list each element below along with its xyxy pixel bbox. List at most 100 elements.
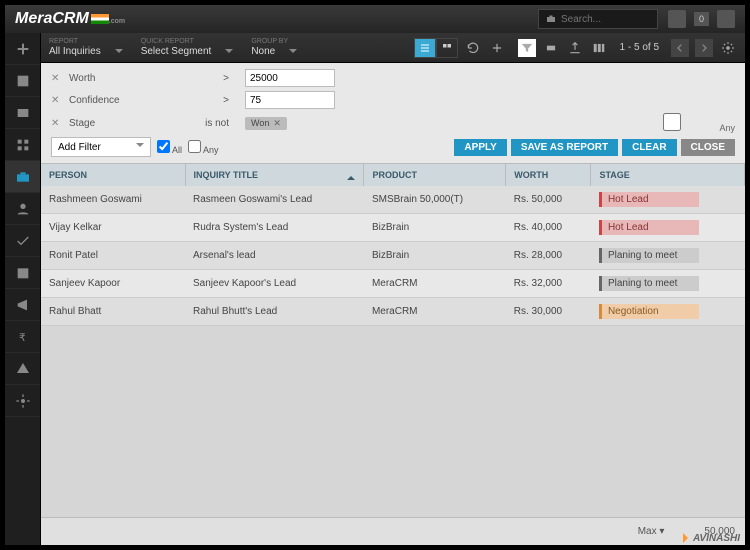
stage-badge: Hot Lead — [599, 220, 699, 235]
flag-stripe-icon — [91, 14, 109, 24]
cell-product: MeraCRM — [364, 298, 506, 326]
cell-person: Vijay Kelkar — [41, 214, 185, 242]
filter-panel: ✕ Worth > ✕ Confidence > ✕ Stage is not … — [41, 63, 745, 164]
cell-title: Sanjeev Kapoor's Lead — [185, 270, 364, 298]
print-icon[interactable] — [542, 39, 560, 57]
data-grid: PERSONINQUIRY TITLEPRODUCTWORTHSTAGE Ras… — [41, 164, 745, 517]
sidebar-grid[interactable] — [5, 129, 40, 161]
filter-tag[interactable]: Won✕ — [245, 117, 287, 130]
cell-person: Rahul Bhatt — [41, 298, 185, 326]
pager-prev[interactable] — [671, 39, 689, 57]
sidebar-people[interactable] — [5, 193, 40, 225]
quickreport-selector[interactable]: QUICK REPORT Select Segment — [141, 38, 234, 57]
table-row[interactable]: Sanjeev Kapoor Sanjeev Kapoor's Lead Mer… — [41, 270, 745, 298]
cell-product: BizBrain — [364, 242, 506, 270]
filter-operator: > — [177, 95, 237, 106]
filter-any-checkbox[interactable]: Any — [188, 140, 219, 155]
filter-row: ✕ Worth > — [51, 69, 735, 87]
view-switcher — [414, 38, 458, 58]
column-header[interactable]: WORTH — [506, 164, 591, 186]
refresh-icon[interactable] — [464, 39, 482, 57]
export-icon[interactable] — [566, 39, 584, 57]
footer-max[interactable]: Max ▾ — [638, 526, 665, 537]
cell-person: Ronit Patel — [41, 242, 185, 270]
sidebar-add[interactable] — [5, 33, 40, 65]
notification-badge[interactable]: 0 — [694, 12, 709, 26]
groupby-label: GROUP BY — [251, 38, 297, 45]
add-icon[interactable] — [488, 39, 506, 57]
columns-icon[interactable] — [590, 39, 608, 57]
user-avatar[interactable] — [717, 10, 735, 28]
filter-operator: is not — [177, 118, 237, 129]
table-row[interactable]: Ronit Patel Arsenal's lead BizBrain Rs. … — [41, 242, 745, 270]
sidebar-campaigns[interactable] — [5, 289, 40, 321]
cell-title: Rudra System's Lead — [185, 214, 364, 242]
groupby-selector[interactable]: GROUP BY None — [251, 38, 297, 57]
quickreport-value: Select Segment — [141, 46, 212, 57]
cell-worth: Rs. 50,000 — [506, 186, 591, 214]
filter-value-input[interactable] — [245, 69, 335, 87]
caret-down-icon — [289, 49, 297, 57]
global-search[interactable] — [538, 9, 658, 29]
filter-value-input[interactable] — [245, 91, 335, 109]
filter-row: ✕ Confidence > — [51, 91, 735, 109]
cell-worth: Rs. 30,000 — [506, 298, 591, 326]
close-button[interactable]: CLOSE — [681, 139, 735, 156]
sidebar-calendar[interactable] — [5, 257, 40, 289]
sidebar-finance[interactable]: ₹ — [5, 321, 40, 353]
caret-down-icon — [136, 143, 144, 151]
sidebar-tasks[interactable] — [5, 225, 40, 257]
clear-button[interactable]: CLEAR — [622, 139, 676, 156]
save-report-button[interactable]: SAVE AS REPORT — [511, 139, 618, 156]
caret-down-icon — [115, 49, 123, 57]
table-row[interactable]: Rahul Bhatt Rahul Bhutt's Lead MeraCRM R… — [41, 298, 745, 326]
sidebar-drive[interactable] — [5, 353, 40, 385]
filter-all-checkbox[interactable]: All — [157, 140, 182, 155]
filter-operator: > — [177, 73, 237, 84]
filter-field: Worth — [69, 73, 169, 84]
top-bar: MeraCRM .com 0 — [5, 5, 745, 33]
cell-stage: Hot Lead — [591, 186, 745, 214]
column-header[interactable]: INQUIRY TITLE — [185, 164, 364, 186]
triangle-icon — [683, 533, 693, 543]
sidebar-inquiries[interactable] — [5, 161, 40, 193]
grid-footer: Max ▾ 50,000 — [41, 517, 745, 545]
sidebar-settings[interactable] — [5, 385, 40, 417]
column-header[interactable]: PRODUCT — [364, 164, 506, 186]
sidebar-contacts[interactable] — [5, 97, 40, 129]
apply-button[interactable]: APPLY — [454, 139, 506, 156]
report-selector[interactable]: REPORT All Inquiries — [49, 38, 123, 57]
view-card[interactable] — [436, 38, 458, 58]
pager-next[interactable] — [695, 39, 713, 57]
stage-badge: Planing to meet — [599, 248, 699, 263]
view-list[interactable] — [414, 38, 436, 58]
pager-text: 1 - 5 of 5 — [614, 42, 665, 53]
filter-field: Stage — [69, 118, 169, 129]
search-input[interactable] — [561, 14, 651, 25]
cell-worth: Rs. 32,000 — [506, 270, 591, 298]
report-value: All Inquiries — [49, 46, 101, 57]
column-header[interactable]: PERSON — [41, 164, 185, 186]
table-row[interactable]: Vijay Kelkar Rudra System's Lead BizBrai… — [41, 214, 745, 242]
logo-text: MeraCRM — [15, 10, 89, 27]
cell-stage: Hot Lead — [591, 214, 745, 242]
cell-person: Rashmeen Goswami — [41, 186, 185, 214]
column-header[interactable]: STAGE — [591, 164, 745, 186]
sidebar-dashboard[interactable] — [5, 65, 40, 97]
table-row[interactable]: Rashmeen Goswami Rasmeen Goswami's Lead … — [41, 186, 745, 214]
add-filter-dropdown[interactable]: Add Filter — [51, 137, 151, 157]
remove-filter-icon[interactable]: ✕ — [51, 95, 61, 106]
cell-person: Sanjeev Kapoor — [41, 270, 185, 298]
settings-icon[interactable] — [719, 39, 737, 57]
remove-filter-icon[interactable]: ✕ — [51, 73, 61, 84]
cell-title: Arsenal's lead — [185, 242, 364, 270]
stage-badge: Planing to meet — [599, 276, 699, 291]
filter-icon[interactable] — [518, 39, 536, 57]
stage-badge: Hot Lead — [599, 192, 699, 207]
logo-sub: .com — [109, 18, 125, 25]
fuel-icon[interactable] — [668, 10, 686, 28]
cell-worth: Rs. 28,000 — [506, 242, 591, 270]
remove-filter-icon[interactable]: ✕ — [51, 118, 61, 129]
filter-any-toggle[interactable]: Any — [627, 113, 735, 133]
cell-worth: Rs. 40,000 — [506, 214, 591, 242]
